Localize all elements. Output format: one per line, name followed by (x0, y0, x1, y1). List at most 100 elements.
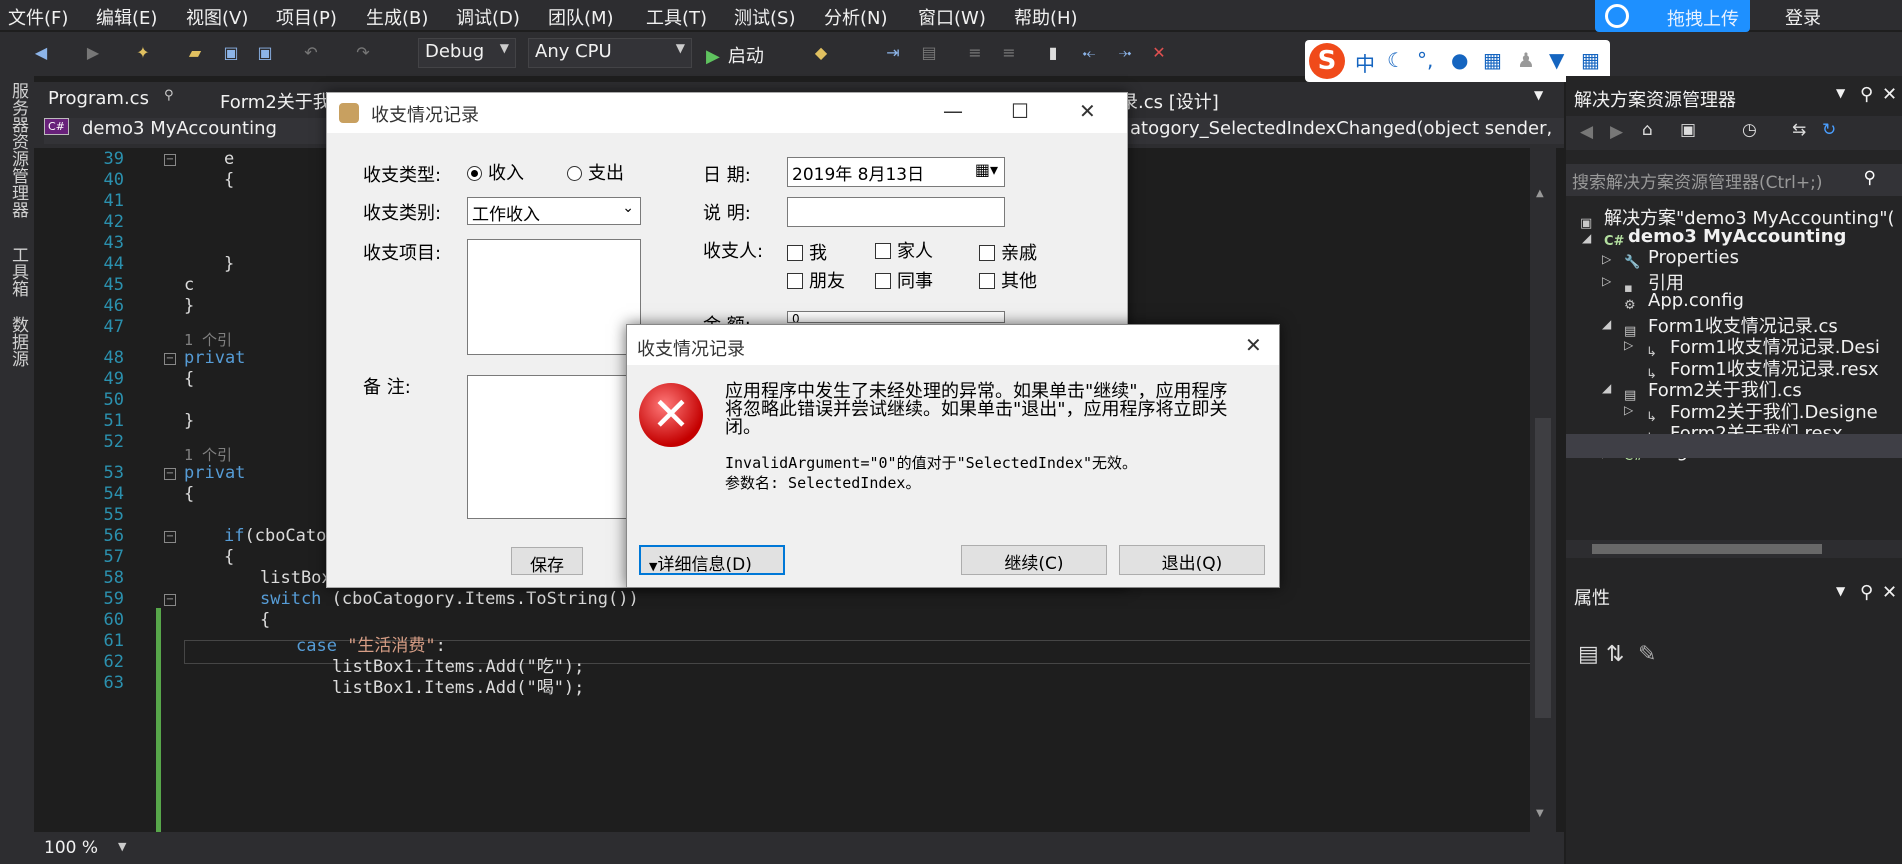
fold-toggle-icon[interactable]: − (164, 468, 176, 480)
pin-icon[interactable]: ⚲ (1860, 582, 1873, 603)
moon-icon[interactable]: ☾ (1387, 48, 1405, 72)
uncomment-icon[interactable]: ≡ (1000, 44, 1018, 62)
history-icon[interactable]: ◷ (1742, 120, 1757, 140)
menu-edit[interactable]: 编辑(E) (96, 4, 157, 30)
fold-toggle-icon[interactable]: − (164, 154, 176, 166)
zoom-dropdown-icon[interactable]: ▼ (118, 840, 126, 853)
user-icon[interactable]: ♟ (1517, 48, 1535, 72)
pin-icon[interactable]: ⚲ (1860, 84, 1873, 105)
ime-chinese-mode[interactable]: 中 (1355, 48, 1375, 77)
member-dropdown[interactable]: atogory_SelectedIndexChanged(object send… (1124, 118, 1564, 144)
redo-icon[interactable]: ↷ (354, 44, 372, 62)
comment-icon[interactable]: ≡ (966, 44, 984, 62)
quit-button[interactable]: 退出(Q) (1119, 545, 1265, 575)
save-icon[interactable]: ▣ (222, 44, 240, 62)
fold-toggle-icon[interactable]: − (164, 531, 176, 543)
search-icon[interactable]: ⚲ (1864, 168, 1876, 188)
person-checkbox-friend[interactable]: 朋友 (787, 267, 845, 293)
pin-icon[interactable]: ⚲ (164, 88, 174, 103)
zoom-level[interactable]: 100 % (44, 838, 98, 858)
scroll-thumb[interactable] (1535, 418, 1551, 718)
undo-icon[interactable]: ↶ (302, 44, 320, 62)
close-icon[interactable]: ✕ (1245, 333, 1262, 357)
project-dropdown[interactable]: demo3 MyAccounting (44, 118, 354, 144)
panel-menu-icon[interactable]: ▼ (1836, 86, 1845, 100)
categorized-icon[interactable]: ▤ (1578, 642, 1599, 667)
person-checkbox-family[interactable]: 家人 (875, 237, 933, 263)
tab-program-cs[interactable]: Program.cs (48, 88, 149, 109)
amount-stepper[interactable]: 0 (787, 311, 1005, 323)
tab-overflow-icon[interactable]: ▼ (1534, 88, 1543, 102)
person-checkbox-relative[interactable]: 亲戚 (979, 239, 1037, 265)
scroll-down-icon[interactable]: ▼ (1536, 808, 1544, 819)
person-checkbox-me[interactable]: 我 (787, 239, 827, 265)
toolbox-tab[interactable]: 工具箱 (6, 246, 31, 297)
skin-icon[interactable]: ▼ (1549, 48, 1564, 72)
expense-radio[interactable]: 支出 (567, 159, 624, 185)
solution-search-input[interactable]: 搜索解决方案资源管理器(Ctrl+;) ⚲ (1566, 164, 1902, 196)
menu-team[interactable]: 团队(M) (548, 4, 614, 30)
maximize-icon[interactable]: ☐ (1011, 99, 1029, 123)
expand-toggle-icon[interactable]: ▷ (1624, 338, 1633, 352)
open-folder-icon[interactable]: ▰ (186, 44, 204, 62)
continue-button[interactable]: 继续(C) (961, 545, 1107, 575)
editor-vertical-scrollbar[interactable]: ▲ ▼ (1530, 148, 1556, 832)
menu-window[interactable]: 窗口(W) (918, 4, 986, 30)
cloud-upload-button[interactable]: 拖拽上传 (1595, 0, 1750, 32)
expand-toggle-icon[interactable]: ◢ (1602, 381, 1611, 395)
back-icon[interactable]: ◀ (1580, 122, 1593, 142)
menu-help[interactable]: 帮助(H) (1014, 4, 1078, 30)
close-icon[interactable]: ✕ (1882, 582, 1897, 603)
step-icon[interactable]: ⇥ (884, 44, 902, 62)
menu-tools[interactable]: 工具(T) (646, 4, 707, 30)
tab-form2[interactable]: Form2关于我 (220, 88, 331, 114)
menu-analyze[interactable]: 分析(N) (824, 4, 888, 30)
panel-menu-icon[interactable]: ▼ (1836, 584, 1845, 598)
fold-toggle-icon[interactable]: − (164, 353, 176, 365)
punctuation-icon[interactable]: °, (1417, 48, 1433, 72)
alphabetical-icon[interactable]: ⇅ (1606, 642, 1624, 667)
fold-toggle-icon[interactable]: − (164, 594, 176, 606)
save-button[interactable]: 保存 (511, 547, 583, 576)
menu-project[interactable]: 项目(P) (276, 4, 337, 30)
expand-toggle-icon[interactable]: ▷ (1624, 403, 1633, 417)
close-icon[interactable]: ✕ (1882, 84, 1897, 105)
forward-icon[interactable]: ▶ (84, 44, 102, 62)
config-combo[interactable]: Debug ▼ (418, 38, 516, 68)
platform-combo[interactable]: Any CPU ▼ (528, 38, 692, 68)
menu-debug[interactable]: 调试(D) (456, 4, 520, 30)
details-button[interactable]: ▼详细信息(D) (639, 545, 785, 575)
bookmark-icon[interactable]: ▮ (1044, 44, 1062, 62)
expand-toggle-icon[interactable]: ▷ (1602, 274, 1611, 288)
date-picker[interactable]: 2019年 8月13日 ▦▾ (787, 157, 1005, 187)
tab-form1-design[interactable]: 录.cs [设计] (1120, 88, 1219, 114)
back-icon[interactable]: ◀ (32, 44, 50, 62)
calendar-dropdown-icon[interactable]: ▦▾ (975, 160, 998, 179)
wrench-icon[interactable]: ✎ (1638, 642, 1656, 667)
login-link[interactable]: 登录 (1785, 4, 1821, 30)
expand-toggle-icon[interactable]: ▷ (1602, 252, 1611, 266)
menu-build[interactable]: 生成(B) (366, 4, 428, 30)
find-icon[interactable]: ◆ (812, 44, 830, 62)
switch-views-icon[interactable]: ⇆ (1792, 120, 1806, 140)
forward-icon[interactable]: ▶ (1610, 122, 1623, 142)
home-icon[interactable]: ⌂ (1642, 120, 1653, 140)
remark-textbox[interactable] (467, 375, 641, 519)
save-all-icon[interactable]: ▣ (256, 44, 274, 62)
menu-test[interactable]: 测试(S) (734, 4, 795, 30)
expand-toggle-icon[interactable]: ◢ (1602, 317, 1611, 331)
next-bookmark-icon[interactable]: ⤞ (1116, 44, 1134, 62)
refresh-icon[interactable]: ↻ (1822, 120, 1836, 140)
scroll-thumb[interactable] (1592, 544, 1822, 554)
category-combo[interactable]: 工作收入 ⌄ (467, 197, 641, 225)
expand-toggle-icon[interactable]: ◢ (1582, 231, 1591, 245)
person-checkbox-colleague[interactable]: 同事 (875, 267, 933, 293)
keyboard-icon[interactable]: ▦ (1483, 48, 1502, 72)
sync-icon[interactable]: ▣ (1680, 120, 1696, 140)
minimize-icon[interactable]: — (943, 99, 963, 123)
item-listbox[interactable] (467, 239, 641, 355)
scroll-up-icon[interactable]: ▲ (1536, 188, 1544, 199)
layout-icon[interactable]: ▤ (920, 44, 938, 62)
data-sources-tab[interactable]: 数据源 (6, 316, 31, 367)
clear-bookmarks-icon[interactable]: ✕ (1150, 44, 1168, 62)
